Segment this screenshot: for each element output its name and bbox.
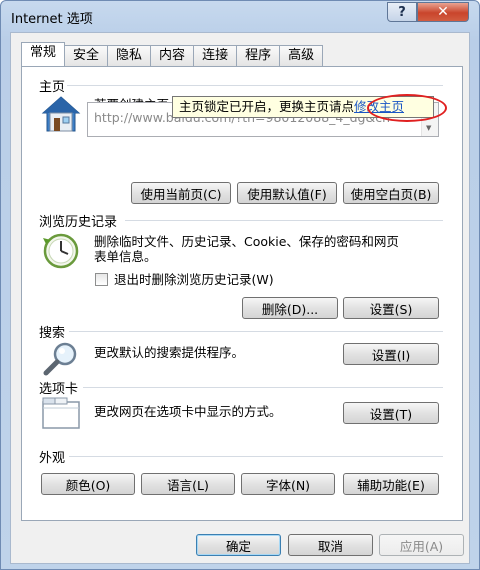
section-history-label: 浏览历史记录: [39, 215, 118, 230]
cancel-button[interactable]: 取消: [288, 534, 373, 556]
tab-general[interactable]: 常规: [21, 42, 66, 66]
tab-security[interactable]: 安全: [64, 45, 109, 66]
ok-button[interactable]: 确定: [196, 534, 281, 556]
delete-on-exit-label[interactable]: 退出时删除浏览历史记录(W): [114, 272, 274, 288]
tabs-description: 更改网页在选项卡中显示的方式。: [94, 404, 282, 419]
section-search-label: 搜索: [39, 326, 66, 341]
search-settings-button[interactable]: 设置(I): [343, 343, 439, 365]
colors-button[interactable]: 颜色(O): [41, 473, 135, 495]
history-description-line1: 删除临时文件、历史记录、Cookie、保存的密码和网页: [94, 234, 399, 249]
help-button[interactable]: ?: [387, 2, 417, 22]
title-bar[interactable]: Internet 选项 ? ✕: [1, 1, 479, 31]
tooltip-text: 主页锁定已开启，更换主页请点: [179, 99, 355, 114]
tab-connections[interactable]: 连接: [193, 45, 238, 66]
magnifier-icon: [43, 342, 77, 376]
tabs-settings-button[interactable]: 设置(T): [343, 402, 439, 424]
delete-on-exit-checkbox[interactable]: [95, 273, 108, 286]
window-title: Internet 选项: [11, 12, 93, 27]
delete-history-button[interactable]: 删除(D)...: [242, 297, 338, 319]
use-default-button[interactable]: 使用默认值(F): [237, 182, 337, 204]
section-divider: [69, 456, 443, 457]
apply-button: 应用(A): [379, 534, 464, 556]
section-appearance-label: 外观: [39, 451, 66, 466]
section-tabs-label: 选项卡: [39, 382, 79, 397]
house-icon: [41, 96, 81, 132]
tab-content[interactable]: 内容: [150, 45, 195, 66]
tab-privacy[interactable]: 隐私: [107, 45, 152, 66]
history-description-line2: 表单信息。: [94, 249, 157, 264]
languages-button[interactable]: 语言(L): [141, 473, 235, 495]
section-divider: [83, 387, 443, 388]
history-settings-button[interactable]: 设置(S): [343, 297, 439, 319]
red-highlight-circle: [367, 94, 447, 122]
accessibility-button[interactable]: 辅助功能(E): [343, 473, 439, 495]
fonts-button[interactable]: 字体(N): [241, 473, 335, 495]
section-divider: [67, 85, 443, 86]
search-description: 更改默认的搜索提供程序。: [94, 345, 245, 360]
tab-programs[interactable]: 程序: [236, 45, 281, 66]
tabs-window-icon: [42, 397, 80, 429]
tab-advanced[interactable]: 高级: [279, 45, 324, 66]
section-homepage-label: 主页: [39, 80, 66, 95]
internet-options-window: Internet 选项 ? ✕ 常规 安全 隐私 内容 连接 程序 高级 主页 …: [0, 0, 480, 570]
use-blank-button[interactable]: 使用空白页(B): [343, 182, 439, 204]
use-current-button[interactable]: 使用当前页(C): [131, 182, 231, 204]
scroll-down-icon[interactable]: ▼: [426, 124, 431, 132]
section-divider: [125, 220, 443, 221]
history-clock-icon: [43, 233, 79, 269]
tab-strip: 常规 安全 隐私 内容 连接 程序 高级: [21, 42, 324, 66]
close-button[interactable]: ✕: [417, 2, 469, 22]
section-divider: [69, 331, 443, 332]
